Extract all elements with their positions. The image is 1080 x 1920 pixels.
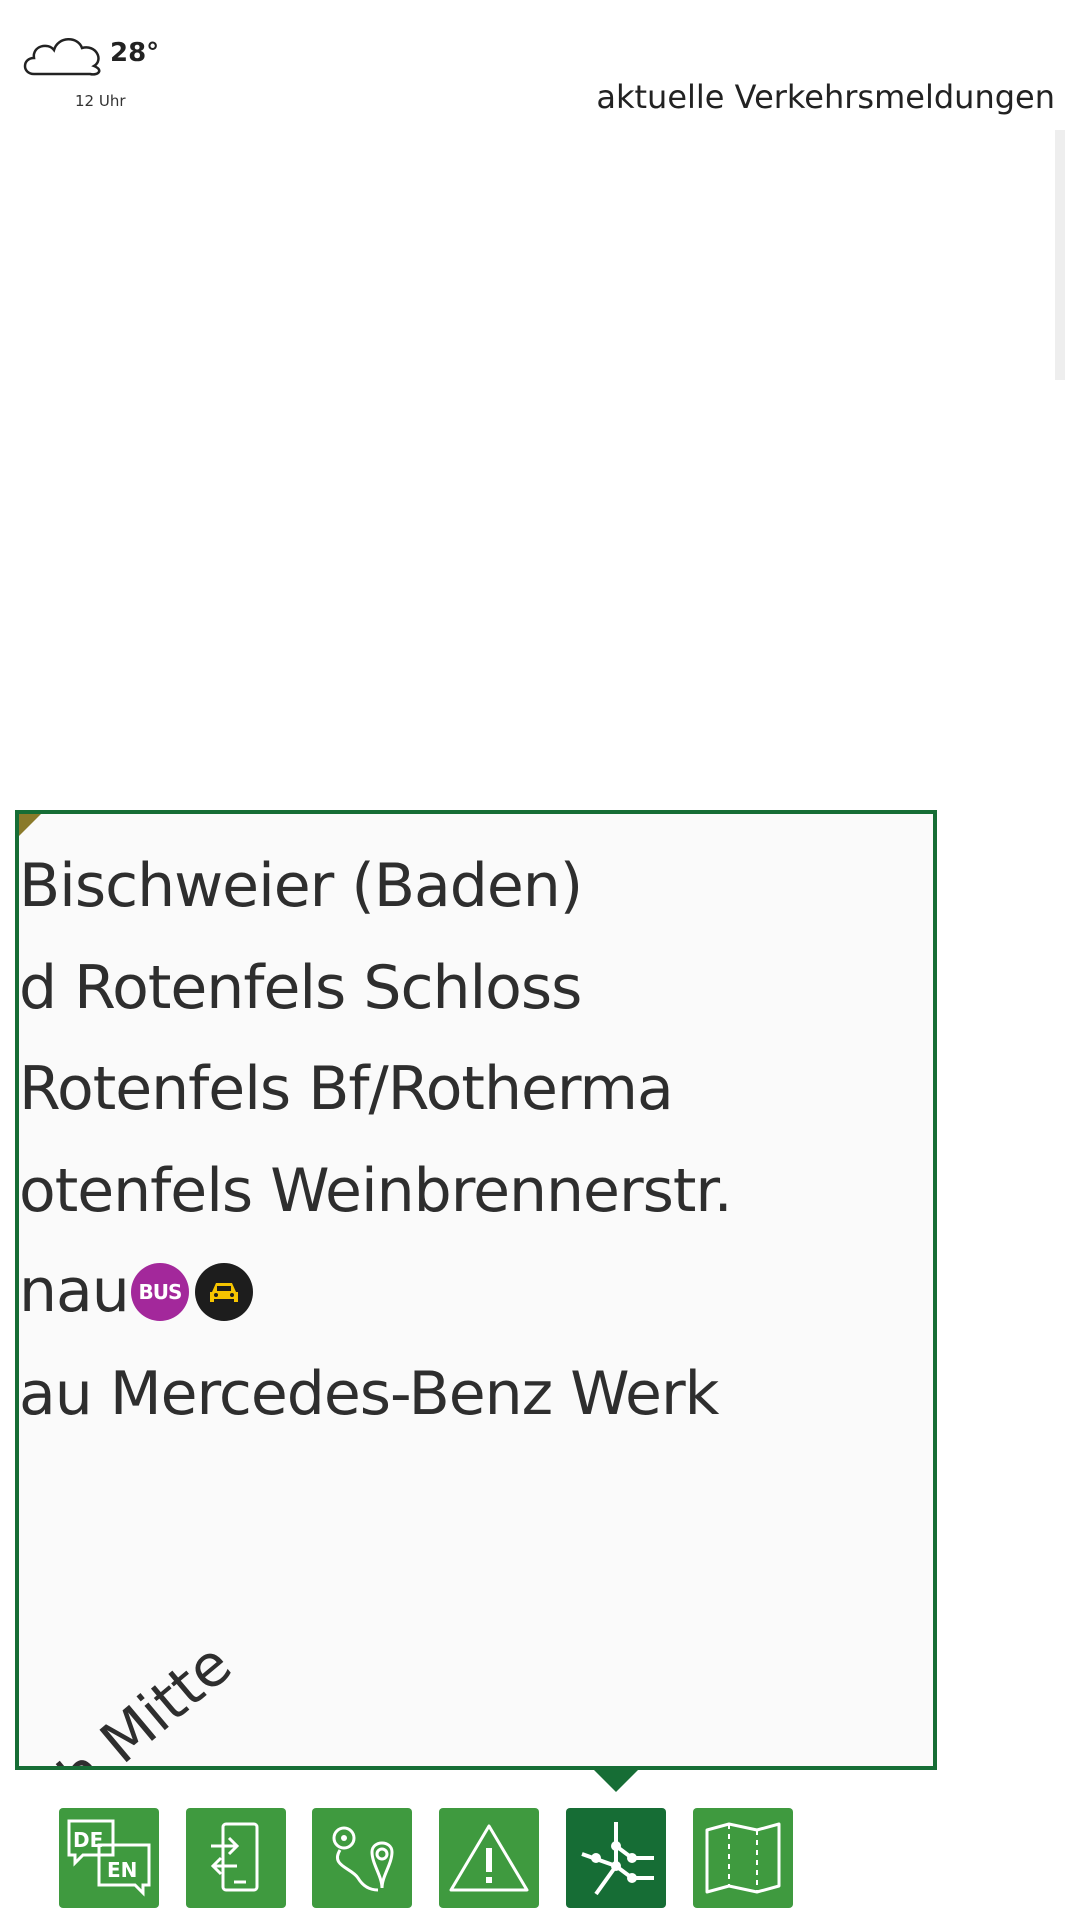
- scrollbar[interactable]: [1055, 130, 1065, 380]
- warning-icon: [449, 1824, 529, 1892]
- map-stop-label: otenfels Weinbrennerstr.: [19, 1156, 733, 1226]
- network-map-viewer[interactable]: Bischweier (Baden) d Rotenfels Schloss R…: [15, 810, 937, 1770]
- map-stop-label: d Rotenfels Schloss: [19, 953, 582, 1023]
- map-diagonal-label: ch: [15, 1655, 32, 1752]
- temperature: 28°: [110, 38, 160, 68]
- language-button[interactable]: DE EN: [59, 1808, 159, 1908]
- route-planner-button[interactable]: [312, 1808, 412, 1908]
- traffic-news-link[interactable]: aktuelle Verkehrsmeldungen: [596, 78, 1055, 116]
- phone-login-icon: [210, 1822, 259, 1892]
- map-stop-label: au Mercedes-Benz Werk: [19, 1359, 719, 1429]
- folded-map-icon: [705, 1822, 781, 1894]
- map-button[interactable]: [693, 1808, 793, 1908]
- svg-text:EN: EN: [107, 1858, 137, 1882]
- network-map-button[interactable]: [566, 1808, 666, 1908]
- weather-time: 12 Uhr: [75, 92, 126, 110]
- weather-widget: 28° 12 Uhr: [20, 30, 180, 120]
- map-corner-marker: [19, 814, 41, 836]
- network-map-icon: [581, 1822, 654, 1896]
- map-stop-label: Rotenfels Bf/Rotherma: [19, 1054, 674, 1124]
- map-diagonal-label: h Mitte: [45, 1629, 245, 1770]
- language-de-en-icon: DE EN: [67, 1819, 151, 1897]
- alerts-button[interactable]: [439, 1808, 539, 1908]
- taxi-icon: [195, 1263, 253, 1321]
- route-pin-icon: [332, 1826, 394, 1892]
- cloud-icon: [23, 38, 101, 76]
- map-stop-label: Bischweier (Baden): [19, 851, 583, 921]
- bus-badge: BUS: [131, 1263, 189, 1321]
- active-tab-pointer: [592, 1768, 640, 1792]
- mobile-ticket-button[interactable]: [186, 1808, 286, 1908]
- map-stop-label: nau: [19, 1256, 130, 1326]
